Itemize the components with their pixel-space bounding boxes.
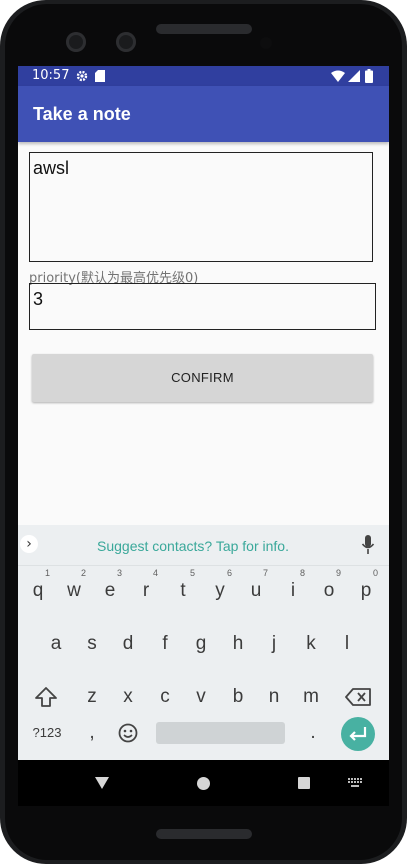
- key-hint: 1: [44, 568, 50, 578]
- suggestion-strip: › Suggest contacts? Tap for info.: [18, 525, 389, 566]
- key-d[interactable]: d: [110, 624, 146, 664]
- key-v[interactable]: v: [183, 677, 219, 717]
- key-j[interactable]: j: [256, 624, 292, 664]
- navigation-bar: [18, 760, 389, 806]
- key-x[interactable]: x: [110, 677, 146, 717]
- sd-card-icon: [95, 70, 105, 82]
- key-s[interactable]: s: [74, 624, 110, 664]
- page-title: Take a note: [33, 104, 131, 124]
- back-icon[interactable]: [95, 777, 109, 789]
- status-time: 10:57: [32, 68, 70, 83]
- key-n[interactable]: n: [256, 677, 292, 717]
- status-bar: 10:57: [18, 66, 389, 86]
- key-k[interactable]: k: [293, 624, 329, 664]
- key-hint: 7: [262, 568, 268, 578]
- symbols-key[interactable]: ?123: [28, 713, 66, 753]
- enter-icon: [349, 727, 367, 741]
- key-e[interactable]: 3e: [92, 568, 128, 611]
- key-z[interactable]: z: [74, 677, 110, 717]
- key-hint: 4: [152, 568, 158, 578]
- key-hint: 8: [299, 568, 305, 578]
- note-input-value: awsl: [33, 158, 70, 178]
- shift-icon: [35, 687, 57, 707]
- front-camera-icon: [66, 32, 86, 52]
- key-label: u: [250, 580, 262, 601]
- key-label: q: [32, 580, 44, 601]
- key-label: r: [142, 580, 150, 601]
- enter-key[interactable]: [341, 717, 375, 751]
- key-label: p: [360, 580, 372, 601]
- earpiece-speaker: [156, 24, 252, 34]
- key-q[interactable]: 1q: [20, 568, 56, 611]
- space-key[interactable]: [156, 722, 285, 744]
- key-label: y: [215, 580, 225, 601]
- period-key[interactable]: .: [295, 713, 331, 753]
- key-t[interactable]: 5t: [165, 568, 201, 611]
- signal-icon: [348, 70, 360, 82]
- emoji-key[interactable]: [110, 713, 146, 753]
- app-bar: Take a note: [18, 86, 389, 142]
- wifi-icon: [331, 70, 345, 82]
- key-p[interactable]: 0p: [348, 568, 384, 611]
- key-w[interactable]: 2w: [56, 568, 92, 611]
- key-label: e: [104, 580, 116, 601]
- key-l[interactable]: l: [329, 624, 365, 664]
- mic-icon[interactable]: [361, 535, 375, 555]
- suggestion-text[interactable]: Suggest contacts? Tap for info.: [97, 538, 289, 554]
- key-o[interactable]: 9o: [311, 568, 347, 611]
- key-hint: 5: [189, 568, 195, 578]
- key-hint: 9: [335, 568, 341, 578]
- phone-frame: 10:57 Take a note awsl priority(默认为最高优先级…: [0, 0, 407, 864]
- comma-key[interactable]: ,: [74, 713, 110, 753]
- home-icon[interactable]: [197, 777, 210, 790]
- key-c[interactable]: c: [147, 677, 183, 717]
- note-input[interactable]: awsl: [29, 152, 373, 262]
- key-m[interactable]: m: [293, 677, 329, 717]
- key-hint: 3: [116, 568, 122, 578]
- key-f[interactable]: f: [147, 624, 183, 664]
- backspace-icon: [345, 688, 371, 706]
- emoji-icon: [118, 723, 138, 743]
- confirm-button[interactable]: CONFIRM: [32, 354, 373, 402]
- key-a[interactable]: a: [38, 624, 74, 664]
- key-hint: 2: [80, 568, 86, 578]
- priority-input-value: 3: [33, 289, 44, 309]
- battery-icon: [365, 69, 373, 83]
- key-i[interactable]: 8i: [275, 568, 311, 611]
- keyboard-icon[interactable]: [348, 778, 362, 788]
- soft-keyboard: › Suggest contacts? Tap for info. 1q 2w …: [18, 525, 389, 760]
- key-label: t: [180, 580, 186, 601]
- key-y[interactable]: 6y: [202, 568, 238, 611]
- recents-icon[interactable]: [298, 777, 310, 789]
- chevron-right-icon[interactable]: ›: [20, 535, 38, 553]
- key-r[interactable]: 4r: [128, 568, 164, 611]
- key-b[interactable]: b: [220, 677, 256, 717]
- key-hint: 0: [372, 568, 378, 578]
- priority-input[interactable]: 3: [29, 283, 376, 330]
- device-screen: 10:57 Take a note awsl priority(默认为最高优先级…: [18, 66, 389, 806]
- key-h[interactable]: h: [220, 624, 256, 664]
- key-label: w: [67, 580, 81, 601]
- settings-icon: [76, 70, 88, 82]
- proximity-sensor-icon: [260, 37, 272, 49]
- key-hint: 6: [226, 568, 232, 578]
- key-label: i: [290, 580, 296, 601]
- key-label: o: [323, 580, 335, 601]
- front-sensor-icon: [116, 32, 136, 52]
- shift-key[interactable]: [28, 677, 64, 717]
- key-u[interactable]: 7u: [238, 568, 274, 611]
- backspace-key[interactable]: [340, 677, 376, 717]
- bottom-speaker: [156, 829, 252, 839]
- key-g[interactable]: g: [183, 624, 219, 664]
